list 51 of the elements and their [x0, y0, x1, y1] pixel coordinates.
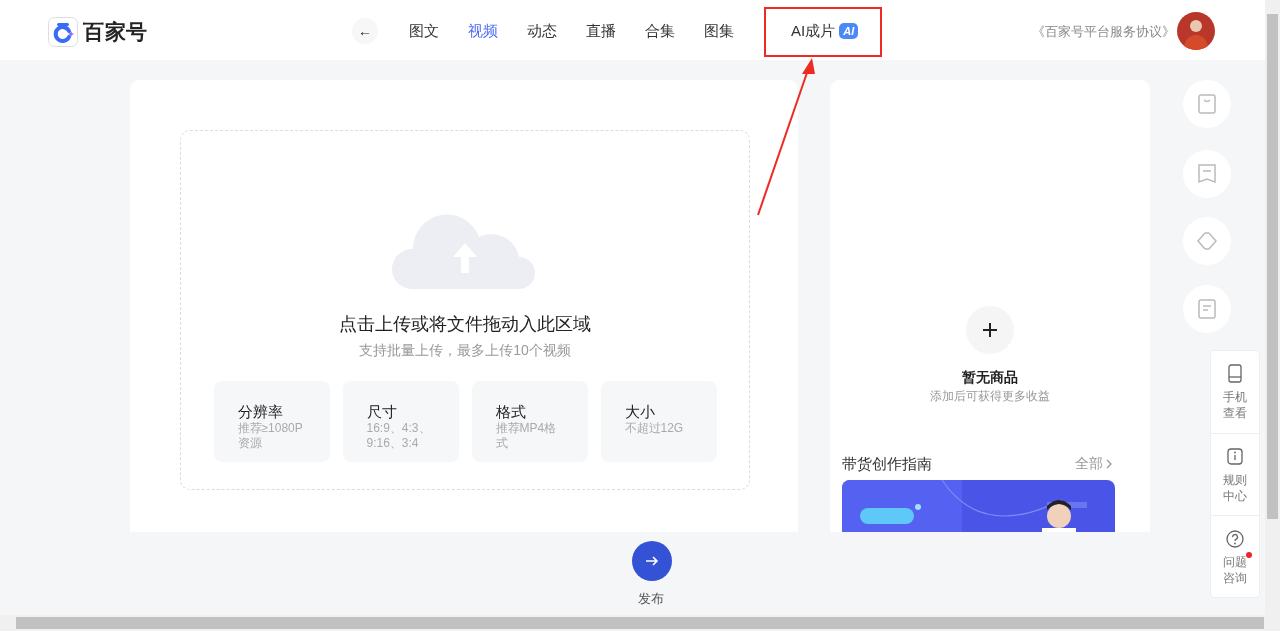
scrollbar-thumb[interactable]	[16, 617, 1264, 629]
publish-button[interactable]	[632, 541, 672, 581]
spec-title: 分辨率	[237, 403, 284, 421]
float-panel-label: 规则中心	[1222, 472, 1248, 504]
ai-badge: AI	[839, 23, 859, 40]
spec-detail: 推荐MP4格式	[495, 421, 558, 451]
scrollbar-thumb[interactable]	[1267, 14, 1278, 519]
spec-title: 格式	[495, 403, 527, 421]
back-button[interactable]: ←	[352, 18, 378, 44]
float-panel-label: 问题咨询	[1222, 554, 1248, 586]
diamond-icon	[1195, 229, 1219, 253]
float-panel-item[interactable]: 规则中心	[1211, 433, 1259, 515]
nav-tab[interactable]: 合集	[645, 20, 675, 43]
plus-icon	[982, 322, 998, 338]
logo-icon	[48, 16, 78, 47]
spec-title: 大小	[624, 403, 656, 421]
agreement-link[interactable]: 《百家号平台服务协议》	[1032, 22, 1175, 42]
nav-tab[interactable]: 图文	[409, 20, 439, 43]
side-tool-button[interactable]	[1183, 285, 1231, 333]
float-panel-item[interactable]: 问题咨询	[1211, 515, 1259, 597]
avatar[interactable]	[1177, 12, 1215, 50]
upload-title: 点击上传或将文件拖动入此区域	[339, 313, 591, 336]
nav-tab[interactable]: AI成片 AI	[791, 20, 859, 43]
chevron-right-icon	[1106, 458, 1112, 469]
side-tool-button[interactable]	[1183, 150, 1231, 198]
document-icon	[1195, 297, 1219, 321]
empty-subtitle: 添加后可获得更多收益	[929, 388, 1051, 405]
publish-label: 发布	[638, 590, 664, 608]
nav-tab[interactable]: 视频	[468, 20, 498, 43]
help-icon	[1224, 528, 1246, 550]
upload-area[interactable]: 点击上传或将文件拖动入此区域 支持批量上传，最多上传10个视频 分辨率 推荐≥1080P资源 尺寸 16:9、4:3、9:16、3:4 格式 推荐MP4格式 大小 不超过12G	[180, 130, 750, 490]
spec-detail: 16:9、4:3、9:16、3:4	[366, 421, 432, 451]
spec-title: 尺寸	[366, 403, 398, 421]
nav-tab[interactable]: 直播	[586, 20, 616, 43]
guide-title: 带货创作指南	[842, 454, 932, 474]
logo-text: 百家号	[83, 19, 148, 45]
float-panel-item[interactable]: 手机查看	[1211, 351, 1259, 433]
bookmark-icon	[1195, 162, 1219, 186]
empty-title: 暂无商品	[961, 368, 1019, 387]
side-tool-button[interactable]	[1183, 80, 1231, 128]
bag-icon	[1195, 92, 1219, 116]
nav-tab[interactable]: 动态	[527, 20, 557, 43]
info-icon	[1224, 446, 1246, 468]
spec-detail: 推荐≥1080P资源	[237, 421, 304, 451]
add-product-button[interactable]	[966, 306, 1014, 354]
spec-detail: 不超过12G	[624, 421, 685, 436]
float-panel-label: 手机查看	[1222, 389, 1248, 421]
arrow-right-icon	[645, 555, 659, 567]
upload-subtitle: 支持批量上传，最多上传10个视频	[359, 341, 571, 360]
side-tool-button[interactable]	[1183, 217, 1231, 265]
nav-tab[interactable]: 图集	[704, 20, 734, 43]
